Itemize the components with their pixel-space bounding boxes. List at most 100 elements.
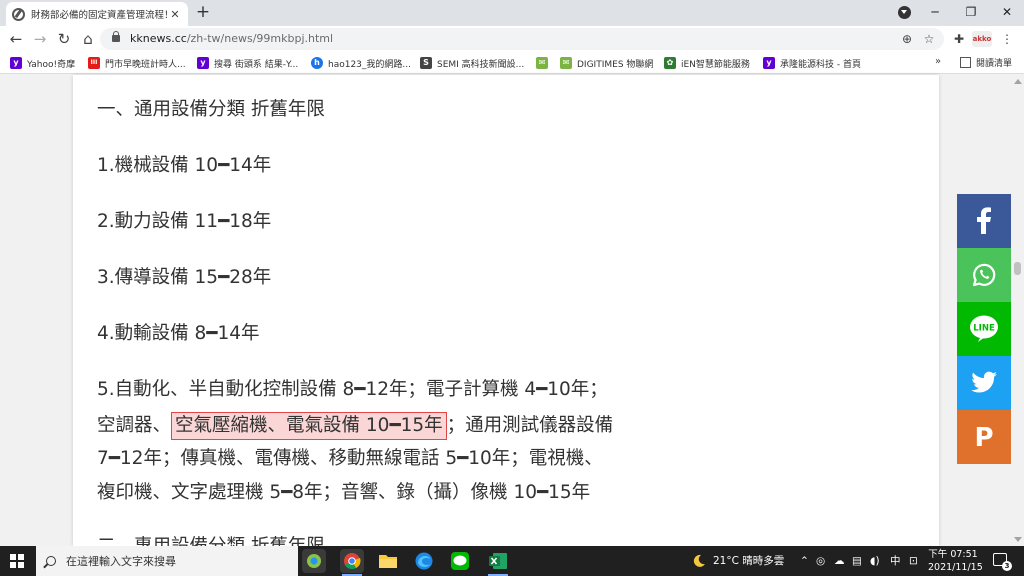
reading-list-icon <box>960 57 971 68</box>
notification-center-icon[interactable]: 3 <box>993 553 1012 571</box>
bookmark-star-icon[interactable]: ☆ <box>920 30 938 48</box>
folder-icon <box>379 555 397 568</box>
close-tab-icon[interactable]: ✕ <box>168 8 182 21</box>
svg-text:LINE: LINE <box>973 324 995 334</box>
plurk-icon: P <box>974 423 993 451</box>
network-icon[interactable]: ▤ <box>852 546 862 576</box>
highlighted-text: 空氣壓縮機、電氣設備 10━15年 <box>171 412 447 440</box>
bookmark-item[interactable]: ✿ iEN智慧節能服務 <box>664 56 750 70</box>
moon-icon <box>693 554 705 567</box>
notification-count: 3 <box>1002 561 1012 571</box>
globe-icon <box>12 7 25 21</box>
excel-app-icon[interactable] <box>486 549 510 576</box>
menu-icon[interactable]: ⋮ <box>998 30 1016 48</box>
line-share-button[interactable]: LINE <box>957 302 1011 356</box>
bookmark-item[interactable]: ✉ <box>536 56 553 70</box>
tab-search-icon[interactable] <box>898 6 911 19</box>
page-scrollbar[interactable] <box>1011 75 1024 546</box>
weather-moon-icon[interactable] <box>692 546 708 576</box>
article-card: 一、通用設備分類 折舊年限 1.機械設備 10━14年 2.動力設備 11━18… <box>73 75 939 546</box>
scroll-down-arrow-icon[interactable] <box>1014 537 1022 542</box>
bookmark-item[interactable]: y 承隆能源科技 - 首頁 <box>763 56 861 70</box>
tray-overflow-icon[interactable]: ⌃ <box>800 546 809 576</box>
ime-indicator[interactable]: 中 <box>890 546 901 576</box>
hao123-icon: h <box>311 57 323 69</box>
article-item: 4.動輸設備 8━14年 <box>97 323 260 344</box>
url-domain: kknews.cc <box>130 32 187 45</box>
new-tab-button[interactable]: + <box>194 3 212 21</box>
line-app-icon[interactable] <box>448 549 472 573</box>
digitimes-icon: ✉ <box>560 57 572 69</box>
scroll-up-arrow-icon[interactable] <box>1014 79 1022 84</box>
bookmark-item[interactable]: S SEMI 高科技新聞設... <box>420 56 524 70</box>
weather-text[interactable]: 21°C 晴時多雲 <box>713 546 784 576</box>
volume-icon[interactable]: ◖) <box>870 546 880 576</box>
back-button[interactable]: ← <box>6 29 26 49</box>
facebook-share-button[interactable] <box>957 194 1011 248</box>
whatsapp-share-button[interactable] <box>957 248 1011 302</box>
file-explorer-icon[interactable] <box>376 549 400 573</box>
article-item: 1.機械設備 10━14年 <box>97 155 272 176</box>
svg-text:P: P <box>974 423 993 451</box>
store-icon: III <box>88 57 100 69</box>
windows-start-icon[interactable] <box>10 554 24 568</box>
url-text[interactable]: kknews.cc/zh-tw/news/99mkbpj.html <box>130 32 333 45</box>
keyboard-icon[interactable]: ⊡ <box>909 546 918 576</box>
bookmarks-overflow-icon[interactable]: » <box>935 56 941 67</box>
line-icon: LINE <box>970 315 998 342</box>
address-bar[interactable]: kknews.cc/zh-tw/news/99mkbpj.html ⊕ ☆ <box>100 28 944 50</box>
zoom-icon[interactable]: ⊕ <box>898 30 916 48</box>
minimize-button[interactable]: ─ <box>918 2 952 22</box>
bookmark-item[interactable]: III 門市早晚班計時人... <box>88 56 186 70</box>
ien-icon: ✿ <box>664 57 676 69</box>
active-tab[interactable]: 財務部必備的固定資產管理流程！ ✕ <box>6 2 188 26</box>
twitter-icon <box>971 371 997 393</box>
line-chat-icon <box>451 552 469 570</box>
system-clock[interactable]: 下午 07:51 2021/11/15 <box>928 548 983 574</box>
home-button[interactable]: ⌂ <box>78 29 98 49</box>
edge-app-icon[interactable] <box>412 549 436 573</box>
tab-strip: 財務部必備的固定資產管理流程！ ✕ + ─ ❐ ✕ <box>0 0 1024 26</box>
chrome-icon <box>344 553 361 570</box>
bookmark-item[interactable]: h hao123_我的網路... <box>311 56 411 70</box>
profile-avatar[interactable]: akko <box>972 31 992 47</box>
whatsapp-icon <box>972 263 996 287</box>
section-heading: 二、專用設備分類 折舊年限 <box>97 535 325 546</box>
yahoo-icon: y <box>197 57 209 69</box>
bookmark-item[interactable]: ✉ DIGITIMES 物聯網 <box>560 56 653 70</box>
forward-button[interactable]: → <box>30 29 50 49</box>
meet-now-icon[interactable]: ◎ <box>816 546 825 576</box>
clock-time: 下午 07:51 <box>928 549 978 560</box>
paragraph-line: 複印機、文字處理機 5━8年；音響、錄（攝）像機 10━15年 <box>97 482 591 503</box>
plurk-share-button[interactable]: P <box>957 410 1011 464</box>
windows-taskbar: 在這裡輸入文字來搜尋 21°C 晴時多雲 ⌃ ◎ ☁ ▤ ◖) 中 ⊡ 下午 0… <box>0 546 1024 576</box>
mail-icon: ✉ <box>536 57 548 69</box>
bookmark-item[interactable]: y 搜尋 街頭系 結果-Y... <box>197 56 298 70</box>
scroll-thumb[interactable] <box>1014 262 1021 275</box>
edge-legacy-app-icon[interactable] <box>302 549 326 573</box>
paragraph-line: 5.自動化、半自動化控制設備 8━12年；電子計算機 4━10年； <box>97 379 608 400</box>
chrome-app-icon[interactable] <box>340 549 364 576</box>
section-heading: 一、通用設備分類 折舊年限 <box>97 99 325 120</box>
edge-icon <box>415 552 433 570</box>
yahoo-icon: y <box>763 57 775 69</box>
taskbar-search-placeholder: 在這裡輸入文字來搜尋 <box>66 555 176 568</box>
close-window-button[interactable]: ✕ <box>990 2 1024 22</box>
pinned-app-icon <box>307 554 321 568</box>
reading-list-button[interactable]: 閱讀清單 <box>960 56 1012 69</box>
url-path: /zh-tw/news/99mkbpj.html <box>186 32 334 45</box>
extensions-icon[interactable]: ✚ <box>950 30 968 48</box>
bookmark-item[interactable]: y Yahoo!奇摩 <box>10 56 75 70</box>
article-item: 3.傳導設備 15━28年 <box>97 267 272 288</box>
onedrive-cloud-icon[interactable]: ☁ <box>834 546 845 576</box>
reload-button[interactable]: ↻ <box>54 29 74 49</box>
taskbar-search-box[interactable]: 在這裡輸入文字來搜尋 <box>36 546 298 576</box>
yahoo-icon: y <box>10 57 22 69</box>
restore-button[interactable]: ❐ <box>954 2 988 22</box>
search-icon <box>46 556 56 566</box>
twitter-share-button[interactable] <box>957 356 1011 410</box>
bookmarks-bar: y Yahoo!奇摩 III 門市早晚班計時人... y 搜尋 街頭系 結果-Y...… <box>0 52 1024 74</box>
article-item: 2.動力設備 11━18年 <box>97 211 272 232</box>
excel-icon <box>489 553 507 569</box>
lock-icon[interactable] <box>112 31 120 42</box>
